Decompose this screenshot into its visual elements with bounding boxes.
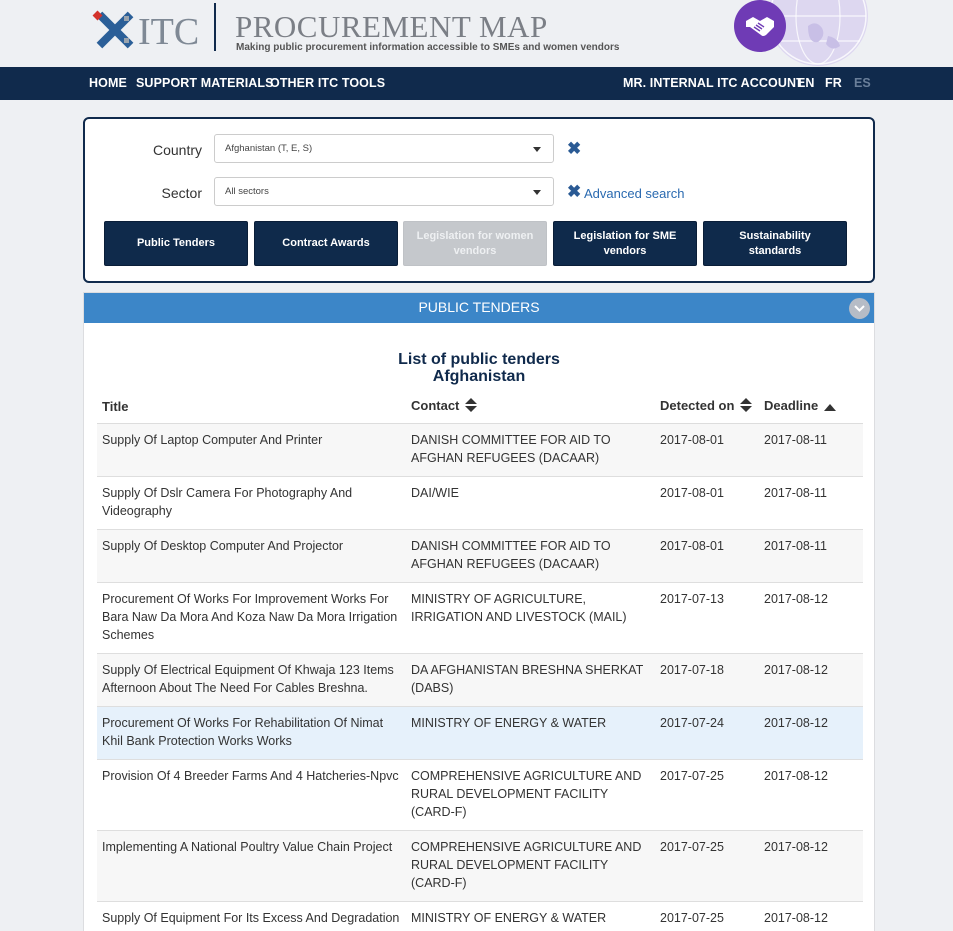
col-contact-label: Contact [411, 397, 460, 413]
sort-both-icon[interactable] [740, 397, 753, 415]
public-tenders-button[interactable]: Public Tenders [104, 221, 248, 266]
cell-title[interactable]: Procurement Of Works For Improvement Wor… [97, 581, 406, 653]
nav-other-itc-tools[interactable]: OTHER ITC TOOLS [270, 76, 385, 90]
list-title-text: List of public tenders [398, 351, 560, 368]
header-divider [214, 3, 216, 51]
table-row[interactable]: Supply Of Desktop Computer And Projector… [97, 528, 863, 582]
cell-deadline: 2017-08-12 [759, 758, 863, 830]
lang-es[interactable]: ES [854, 76, 871, 90]
list-title: List of public tenders Afghanistan [84, 351, 874, 385]
legislation-women-button[interactable]: Legislation for women vendors [403, 221, 547, 266]
search-panel: Country Afghanistan (T, E, S) ✖ Sector A… [83, 117, 875, 283]
sustainability-standards-button[interactable]: Sustainability standards [703, 221, 847, 266]
handshake-icon [734, 0, 786, 52]
tenders-table: Title Contact Detected on Deadline Suppl… [97, 390, 863, 931]
collapse-chevron-icon[interactable] [849, 298, 870, 319]
cell-contact: MINISTRY OF ENERGY & WATER [406, 705, 655, 759]
page-subtitle: Making public procurement information ac… [236, 42, 620, 53]
cell-contact: DA AFGHANISTAN BRESHNA SHERKAT (DABS) [406, 652, 655, 706]
col-detected[interactable]: Detected on [655, 390, 759, 424]
country-label: Country [152, 142, 202, 158]
cell-detected: 2017-08-01 [655, 528, 759, 582]
cell-deadline: 2017-08-12 [759, 652, 863, 706]
cell-title[interactable]: Implementing A National Poultry Value Ch… [97, 829, 406, 901]
sector-label: Sector [161, 185, 202, 201]
cell-contact: DANISH COMMITTEE FOR AID TO AFGHAN REFUG… [406, 422, 655, 476]
sector-select-value: All sectors [225, 186, 269, 197]
table-row[interactable]: Provision Of 4 Breeder Farms And 4 Hatch… [97, 758, 863, 830]
table-row[interactable]: Supply Of Laptop Computer And Printer DA… [97, 422, 863, 476]
cell-deadline: 2017-08-12 [759, 900, 863, 931]
cell-title[interactable]: Supply Of Equipment For Its Excess And D… [97, 900, 406, 931]
cell-detected: 2017-07-18 [655, 652, 759, 706]
cell-contact: COMPREHENSIVE AGRICULTURE AND RURAL DEVE… [406, 758, 655, 830]
cell-title[interactable]: Supply Of Dslr Camera For Photography An… [97, 475, 406, 529]
cell-title[interactable]: Provision Of 4 Breeder Farms And 4 Hatch… [97, 758, 406, 830]
sort-asc-icon[interactable] [824, 399, 837, 414]
country-select[interactable]: Afghanistan (T, E, S) [214, 134, 554, 163]
nav-support-materials[interactable]: SUPPORT MATERIALS [136, 76, 274, 90]
cell-title[interactable]: Supply Of Desktop Computer And Projector [97, 528, 406, 582]
table-row[interactable]: Supply Of Electrical Equipment Of Khwaja… [97, 652, 863, 706]
cell-detected: 2017-07-25 [655, 829, 759, 901]
chevron-down-icon [533, 190, 541, 195]
sort-both-icon[interactable] [465, 397, 478, 415]
col-deadline-label: Deadline [764, 398, 819, 414]
cell-deadline: 2017-08-12 [759, 829, 863, 901]
panel-header[interactable]: PUBLIC TENDERS [84, 293, 874, 323]
sector-select[interactable]: All sectors [214, 177, 554, 206]
cell-detected: 2017-07-25 [655, 758, 759, 830]
page-title: PROCUREMENT MAP [235, 9, 548, 44]
cell-contact: DANISH COMMITTEE FOR AID TO AFGHAN REFUG… [406, 528, 655, 582]
itc-logo-icon[interactable] [90, 8, 140, 52]
cell-detected: 2017-07-13 [655, 581, 759, 653]
cell-title[interactable]: Supply Of Electrical Equipment Of Khwaja… [97, 652, 406, 706]
contract-awards-button[interactable]: Contract Awards [254, 221, 398, 266]
col-detected-label: Detected on [660, 397, 735, 413]
cell-deadline: 2017-08-12 [759, 705, 863, 759]
chevron-down-icon [533, 147, 541, 152]
col-title: Title [97, 390, 406, 424]
cell-title[interactable]: Supply Of Laptop Computer And Printer [97, 422, 406, 476]
cell-deadline: 2017-08-12 [759, 581, 863, 653]
list-title-country: Afghanistan [432, 368, 526, 385]
table-row-highlighted[interactable]: Procurement Of Works For Rehabilitation … [97, 705, 863, 759]
cell-contact: MINISTRY OF AGRICULTURE, IRRIGATION AND … [406, 581, 655, 653]
nav-home[interactable]: HOME [89, 76, 127, 90]
clear-country-icon[interactable]: ✖ [567, 140, 581, 157]
panel-header-label: PUBLIC TENDERS [418, 299, 540, 315]
table-row[interactable]: Implementing A National Poultry Value Ch… [97, 829, 863, 901]
table-header-row: Title Contact Detected on Deadline [97, 390, 863, 424]
cell-deadline: 2017-08-11 [759, 475, 863, 529]
cell-contact: MINISTRY OF ENERGY & WATER [406, 900, 655, 931]
cell-deadline: 2017-08-11 [759, 528, 863, 582]
col-deadline[interactable]: Deadline [759, 390, 863, 424]
cell-detected: 2017-08-01 [655, 422, 759, 476]
lang-fr[interactable]: FR [825, 76, 842, 90]
country-select-value: Afghanistan (T, E, S) [225, 143, 313, 154]
cell-detected: 2017-07-24 [655, 705, 759, 759]
main-nav: HOME SUPPORT MATERIALS OTHER ITC TOOLS M… [0, 67, 953, 100]
legislation-sme-button[interactable]: Legislation for SME vendors [553, 221, 697, 266]
table-row[interactable]: Supply Of Dslr Camera For Photography An… [97, 475, 863, 529]
nav-account[interactable]: MR. INTERNAL ITC ACCOUNT [623, 76, 804, 90]
cell-detected: 2017-08-01 [655, 475, 759, 529]
clear-sector-icon[interactable]: ✖ [567, 183, 581, 200]
public-tenders-panel: PUBLIC TENDERS List of public tenders Af… [83, 292, 875, 931]
lang-en[interactable]: EN [797, 76, 815, 90]
col-title-label: Title [102, 398, 129, 414]
cell-contact: COMPREHENSIVE AGRICULTURE AND RURAL DEVE… [406, 829, 655, 901]
advanced-search-link[interactable]: Advanced search [584, 186, 684, 201]
itc-logo-text: ITC [138, 11, 200, 53]
cell-contact: DAI/WIE [406, 475, 655, 529]
cell-title[interactable]: Procurement Of Works For Rehabilitation … [97, 705, 406, 759]
cell-detected: 2017-07-25 [655, 900, 759, 931]
table-row[interactable]: Supply Of Equipment For Its Excess And D… [97, 900, 863, 931]
site-header: ITC PROCUREMENT MAP Making public procur… [0, 0, 953, 67]
cell-deadline: 2017-08-11 [759, 422, 863, 476]
col-contact[interactable]: Contact [406, 390, 655, 424]
table-row[interactable]: Procurement Of Works For Improvement Wor… [97, 581, 863, 653]
